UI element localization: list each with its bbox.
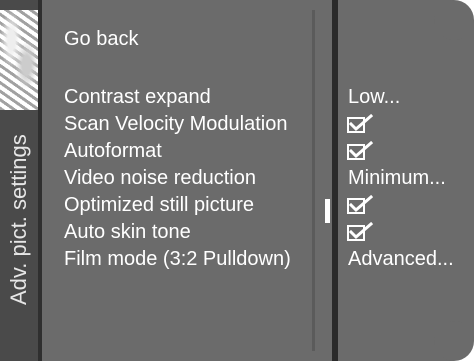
setting-row-auto-skin-tone[interactable]: Auto skin tone <box>0 219 474 246</box>
setting-value[interactable]: Low... <box>348 84 400 111</box>
setting-label: Auto skin tone <box>64 221 191 243</box>
setting-row-video-noise-reduction[interactable]: Video noise reduction Minimum... <box>0 165 474 192</box>
checkbox-checked-icon[interactable] <box>347 195 373 215</box>
setting-row-optimized-still-picture[interactable]: Optimized still picture <box>0 192 474 219</box>
setting-value[interactable]: Minimum... <box>348 165 446 192</box>
tv-osd-menu: Adv. pict. settings Go back Contrast exp… <box>0 0 474 361</box>
setting-label: Contrast expand <box>64 86 211 108</box>
rounded-corner-top-right <box>454 0 474 20</box>
go-back-item[interactable]: Go back <box>64 27 138 51</box>
setting-label: Optimized still picture <box>64 194 255 216</box>
setting-label: Autoformat <box>64 140 162 162</box>
setting-label: Video noise reduction <box>64 167 256 189</box>
rounded-corner-bottom-right <box>454 341 474 361</box>
setting-row-film-mode[interactable]: Film mode (3:2 Pulldown) Advanced... <box>0 246 474 273</box>
checkbox-checked-icon[interactable] <box>347 114 373 134</box>
setting-row-scan-velocity-modulation[interactable]: Scan Velocity Modulation <box>0 111 474 138</box>
setting-row-contrast-expand[interactable]: Contrast expand Low... <box>0 84 474 111</box>
settings-list: Contrast expand Low... Scan Velocity Mod… <box>0 84 474 273</box>
checkbox-checked-icon[interactable] <box>347 141 373 161</box>
setting-row-autoformat[interactable]: Autoformat <box>0 138 474 165</box>
setting-value[interactable]: Advanced... <box>348 246 454 273</box>
setting-label: Scan Velocity Modulation <box>64 113 288 135</box>
setting-label: Film mode (3:2 Pulldown) <box>64 248 291 270</box>
checkbox-checked-icon[interactable] <box>347 222 373 242</box>
